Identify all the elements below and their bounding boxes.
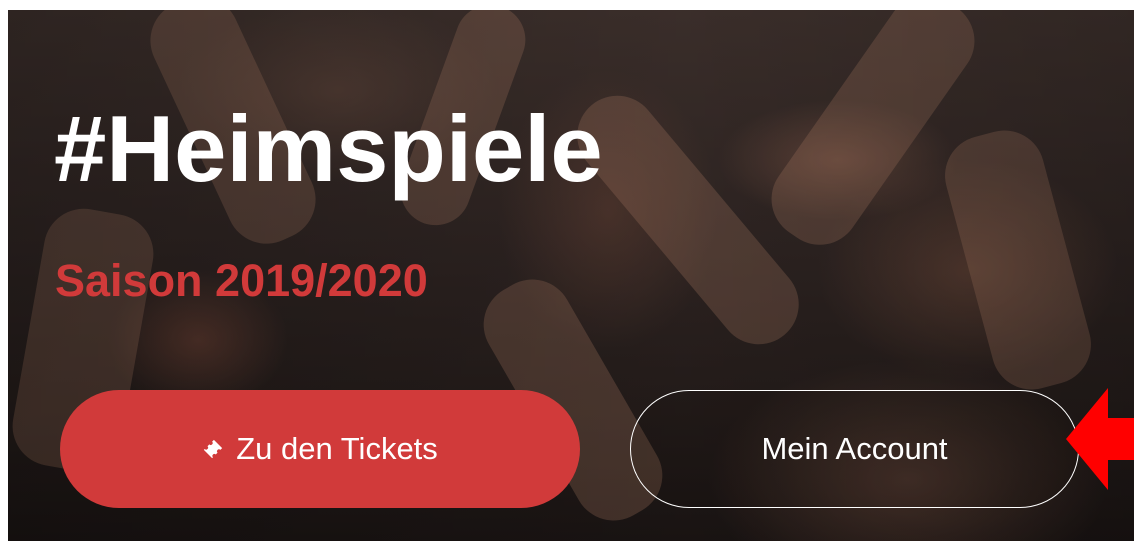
season-subtitle: Saison 2019/2020 xyxy=(55,255,428,306)
tickets-button[interactable]: Zu den Tickets xyxy=(60,390,580,508)
tickets-button-label: Zu den Tickets xyxy=(236,431,438,466)
my-account-button[interactable]: Mein Account xyxy=(630,390,1079,508)
ticket-icon xyxy=(204,439,223,459)
hero-banner: #Heimspiele Saison 2019/2020 Zu den Tick… xyxy=(8,10,1134,541)
my-account-button-label: Mein Account xyxy=(761,431,948,466)
red-arrow-left-icon xyxy=(1066,388,1134,490)
page-title: #Heimspiele xyxy=(54,96,603,201)
